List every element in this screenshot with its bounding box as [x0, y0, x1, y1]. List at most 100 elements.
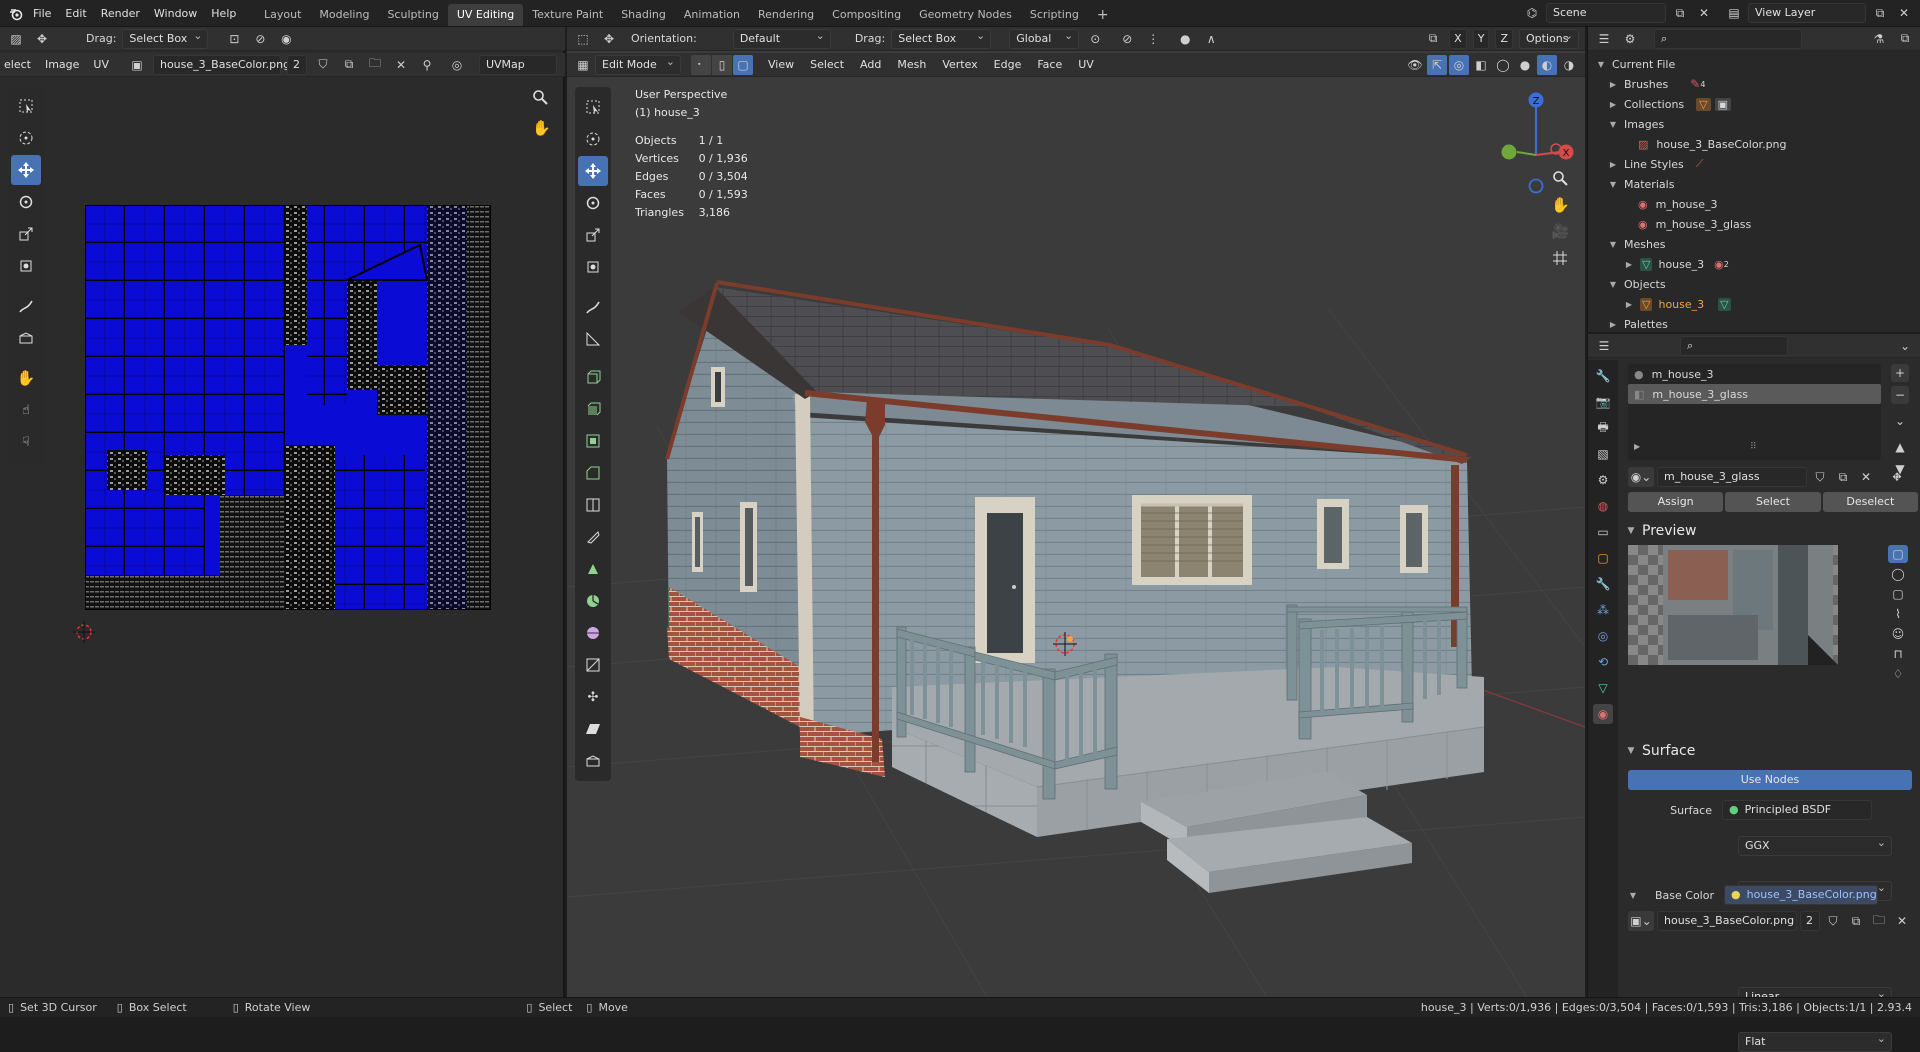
fake-user-icon[interactable]: ⛉: [313, 55, 333, 75]
add-workspace-button[interactable]: +: [1088, 4, 1118, 26]
distribution-dropdown[interactable]: GGX: [1738, 834, 1892, 856]
material-slot[interactable]: ● m_house_3: [1628, 364, 1881, 384]
tab-scripting[interactable]: Scripting: [1021, 4, 1088, 26]
menu-help[interactable]: Help: [204, 0, 243, 27]
object-tab-icon[interactable]: ▢: [1593, 548, 1613, 568]
display-mode-icon[interactable]: ⚙: [1620, 29, 1640, 49]
tree-item-materials[interactable]: ▼ Materials: [1596, 174, 1914, 194]
menu-file[interactable]: File: [26, 0, 58, 27]
tab-geometry-nodes[interactable]: Geometry Nodes: [910, 4, 1021, 26]
texture-image-users[interactable]: 2: [1800, 911, 1820, 931]
view-layer-icon[interactable]: ▤: [1724, 3, 1744, 23]
projection-dropdown[interactable]: Flat: [1738, 1030, 1892, 1052]
base-color-field[interactable]: ● house_3_BaseColor.png: [1724, 885, 1878, 905]
uv-menu-image[interactable]: Image: [41, 53, 83, 77]
tree-item-brushes[interactable]: ▶ Brushes ✎ 4: [1596, 74, 1914, 94]
preview-sphere-icon[interactable]: ◯: [1888, 565, 1908, 583]
physics-tab-icon[interactable]: ◎: [1593, 626, 1613, 646]
uv-layout-canvas[interactable]: [85, 205, 491, 610]
preview-monkey-icon[interactable]: ☺: [1888, 625, 1908, 643]
world-tab-icon[interactable]: ◍: [1593, 496, 1613, 516]
remove-view-layer-icon[interactable]: ✕: [1894, 3, 1914, 23]
unlink-material-icon[interactable]: ✕: [1856, 467, 1876, 487]
slot-specials-icon[interactable]: ⌄: [1891, 412, 1909, 430]
remove-slot-button[interactable]: −: [1891, 386, 1909, 404]
menu-edit[interactable]: Edit: [58, 0, 93, 27]
transform-tool[interactable]: [11, 251, 41, 281]
scale-tool[interactable]: [11, 219, 41, 249]
tab-layout[interactable]: Layout: [255, 4, 310, 26]
rotate-tool[interactable]: [11, 187, 41, 217]
editor-type-icon[interactable]: ▨: [6, 29, 26, 49]
outliner-search-input[interactable]: ⌕: [1654, 28, 1802, 49]
select-box-tool[interactable]: [11, 91, 41, 121]
add-slot-button[interactable]: +: [1891, 364, 1909, 382]
expand-icon[interactable]: ▼: [1628, 891, 1638, 900]
material-tab-icon[interactable]: ◉: [1593, 704, 1613, 724]
tab-shading[interactable]: Shading: [612, 4, 675, 26]
duplicate-image-icon[interactable]: ⧉: [339, 55, 359, 75]
tree-item-palettes[interactable]: ▶ Palettes: [1596, 314, 1914, 334]
duplicate-image-icon[interactable]: ⧉: [1846, 911, 1866, 931]
uv-pan-icon[interactable]: ✋: [532, 119, 551, 137]
unlink-image-icon[interactable]: ✕: [391, 55, 411, 75]
rip-region-tool[interactable]: [11, 323, 41, 353]
uv-menu-uv[interactable]: UV: [89, 53, 113, 77]
deselect-button[interactable]: Deselect: [1822, 492, 1918, 512]
scene-icon[interactable]: ⌬: [1522, 3, 1542, 23]
data-tab-icon[interactable]: ▽: [1593, 678, 1613, 698]
tree-root[interactable]: ▼ Current File: [1596, 54, 1914, 74]
tool-tab-icon[interactable]: 🔧: [1593, 366, 1613, 386]
menu-window[interactable]: Window: [147, 0, 204, 27]
pinch-tool[interactable]: ☟: [11, 427, 41, 457]
house-3d-model[interactable]: [567, 27, 1585, 997]
uv-zoom-icon[interactable]: [532, 89, 548, 105]
open-image-icon[interactable]: 🗀: [1869, 911, 1889, 931]
uv-image-field[interactable]: house_3_BaseColor.png: [152, 54, 290, 75]
preview-cube-icon[interactable]: ▢: [1888, 585, 1908, 603]
tab-uv-editing[interactable]: UV Editing: [447, 4, 524, 26]
constraints-tab-icon[interactable]: ⟲: [1593, 652, 1613, 672]
tree-item-collections[interactable]: ▶ Collections ▽ ▣: [1596, 94, 1914, 114]
image-browse-icon[interactable]: ▣⌄: [1628, 911, 1654, 931]
annotate-tool[interactable]: [11, 291, 41, 321]
preview-hair-icon[interactable]: ⌇: [1888, 605, 1908, 623]
filter-icon[interactable]: ⚗: [1869, 29, 1889, 49]
image-browse-icon[interactable]: ▣: [127, 55, 147, 75]
select-button[interactable]: Select: [1725, 492, 1821, 512]
move-tool[interactable]: [11, 155, 41, 185]
surface-panel-header[interactable]: ▼ Surface: [1626, 739, 1918, 763]
tree-item-objects[interactable]: ▼ Objects: [1596, 274, 1914, 294]
tree-item-object[interactable]: ▶ ▽ house_3 ▽: [1596, 294, 1914, 314]
modifier-tab-icon[interactable]: 🔧: [1593, 574, 1613, 594]
texture-image-field[interactable]: house_3_BaseColor.png: [1657, 911, 1797, 931]
view-layer-tab-icon[interactable]: ▧: [1593, 444, 1613, 464]
material-name-field[interactable]: m_house_3_glass: [1657, 467, 1807, 487]
uvmap-field[interactable]: UVMap: [478, 54, 557, 75]
move-up-icon[interactable]: ▲: [1891, 438, 1909, 456]
grab-tool[interactable]: ✋: [11, 363, 41, 393]
uv-image-users[interactable]: 2: [286, 54, 307, 75]
tab-modeling[interactable]: Modeling: [310, 4, 378, 26]
menu-render[interactable]: Render: [94, 0, 147, 27]
collection-tab-icon[interactable]: ▭: [1593, 522, 1613, 542]
tree-item-material[interactable]: ◉ m_house_3: [1596, 194, 1914, 214]
blender-logo-icon[interactable]: [6, 4, 26, 24]
preview-fluid-icon[interactable]: ♢: [1888, 665, 1908, 683]
tree-item-image-file[interactable]: ▨ house_3_BaseColor.png: [1596, 134, 1914, 154]
transform-tool-icon[interactable]: ✥: [32, 29, 52, 49]
preview-cloth-icon[interactable]: ⊓: [1888, 645, 1908, 663]
tab-animation[interactable]: Animation: [675, 4, 749, 26]
output-tab-icon[interactable]: 🖶: [1593, 418, 1613, 438]
material-slot-active[interactable]: ◧ m_house_3_glass: [1628, 384, 1881, 404]
tree-item-meshes[interactable]: ▼ Meshes: [1596, 234, 1914, 254]
particles-tab-icon[interactable]: ⁂: [1593, 600, 1613, 620]
open-image-icon[interactable]: 🗀: [365, 55, 385, 75]
new-view-layer-icon[interactable]: ⧉: [1870, 3, 1890, 23]
pivot-icon[interactable]: ⊡: [224, 29, 244, 49]
remove-scene-icon[interactable]: ✕: [1694, 3, 1714, 23]
fake-user-icon[interactable]: ⛉: [1810, 467, 1830, 487]
resize-handle-icon[interactable]: ⠿: [1750, 442, 1757, 452]
new-collection-icon[interactable]: ⧉: [1895, 29, 1915, 49]
material-browse-icon[interactable]: ◉⌄: [1628, 467, 1654, 487]
